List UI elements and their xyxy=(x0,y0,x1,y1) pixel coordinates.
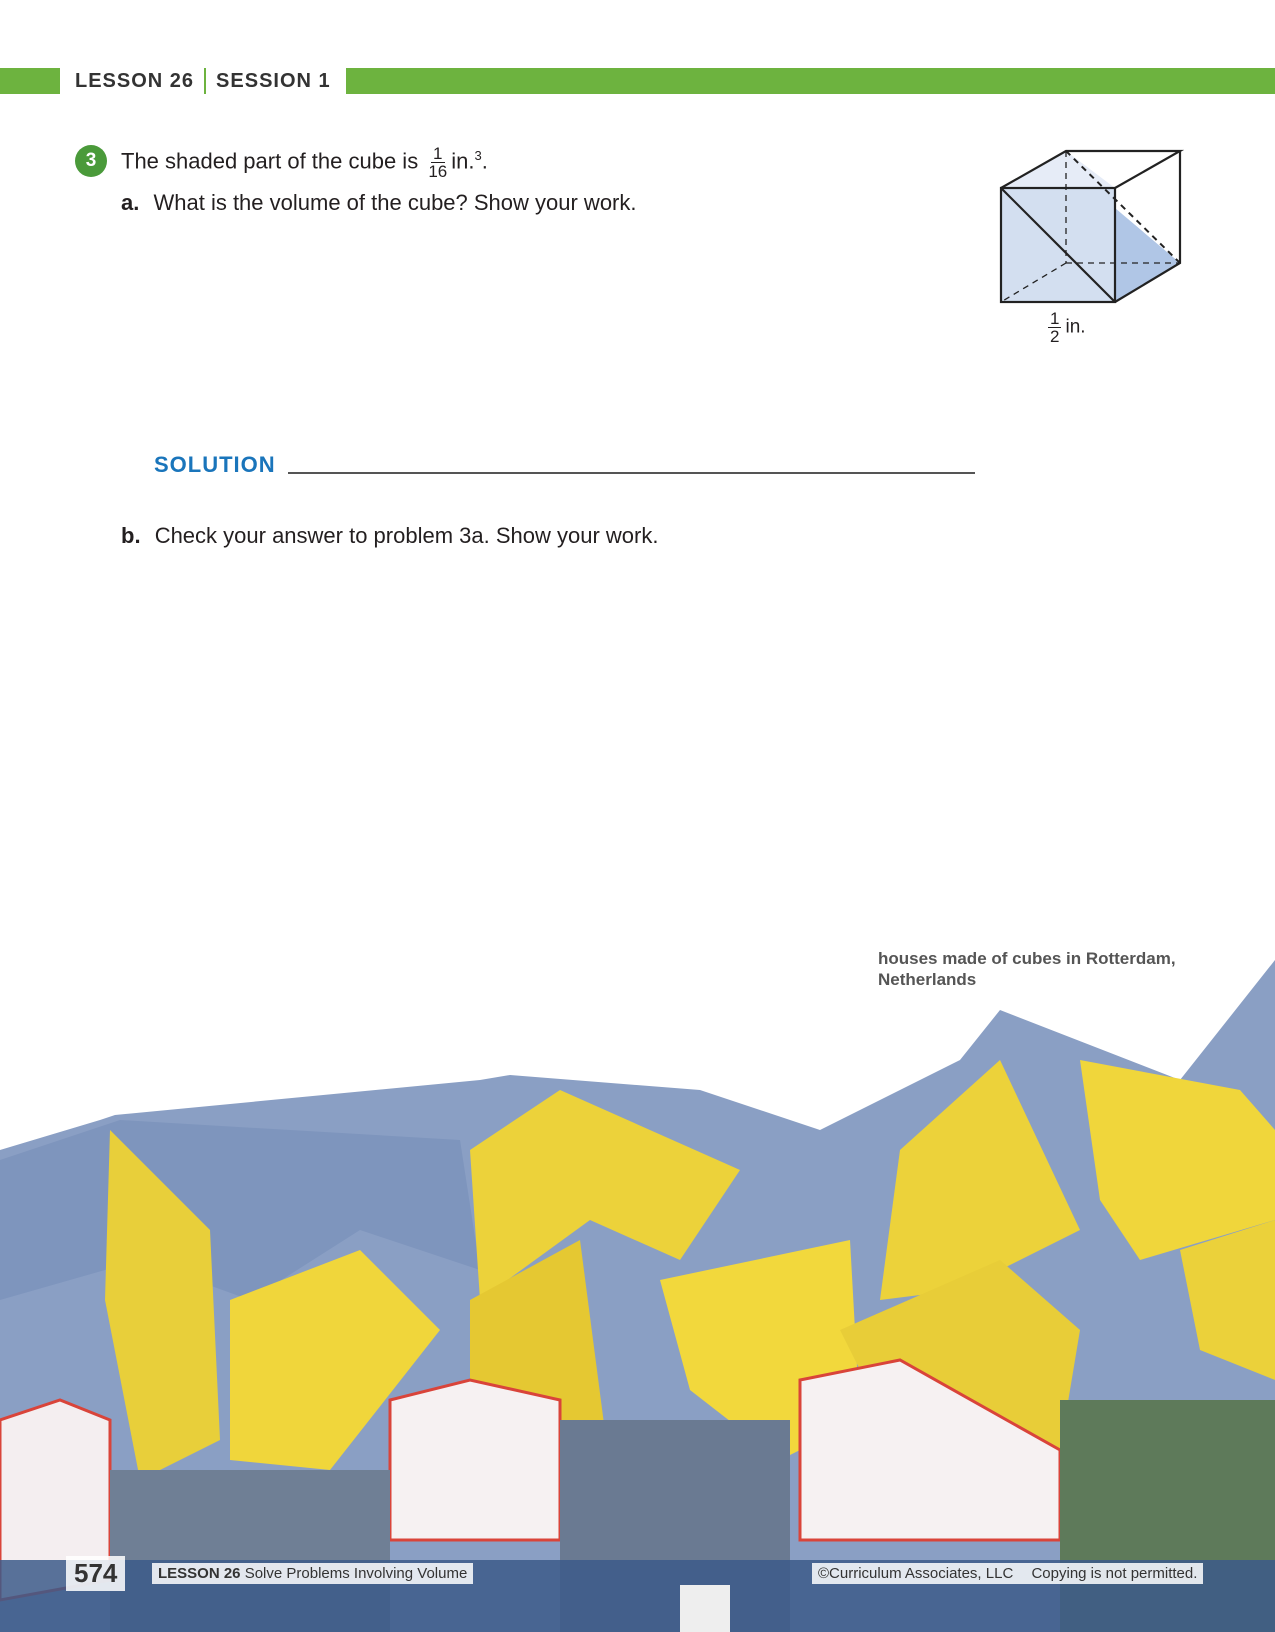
stem-fraction: 1 16 xyxy=(428,145,447,180)
copy-notice: Copying is not permitted. xyxy=(1031,1565,1198,1582)
problem-number: 3 xyxy=(75,145,107,177)
lesson-session-header: LESSON 26 SESSION 1 xyxy=(60,68,346,94)
session-label: SESSION 1 xyxy=(216,69,331,92)
copyright-text: ©Curriculum Associates, LLC xyxy=(818,1565,1014,1582)
solution-label: SOLUTION xyxy=(154,452,276,477)
photo-caption: houses made of cubes in Rotterdam, Nethe… xyxy=(878,949,1176,989)
edge-unit: in. xyxy=(1065,316,1086,338)
footer-lesson-title: Solve Problems Involving Volume xyxy=(244,1565,468,1582)
denominator: 16 xyxy=(428,162,448,181)
solution-answer-line[interactable] xyxy=(288,472,975,474)
unit: in. xyxy=(451,148,475,174)
numerator: 1 xyxy=(1048,309,1062,328)
edge-label: 1 2 in. xyxy=(1044,310,1086,345)
footer-copyright: ©Curriculum Associates, LLC Copying is n… xyxy=(812,1563,1204,1584)
page-number: 574 xyxy=(66,1556,126,1591)
cube-figure xyxy=(999,149,1185,304)
part-a: a. What is the volume of the cube? Show … xyxy=(121,190,637,216)
denominator: 2 xyxy=(1050,327,1060,346)
exponent: 3 xyxy=(474,147,482,163)
part-a-label: a. xyxy=(121,190,140,215)
edge-fraction: 12 xyxy=(1048,309,1062,346)
part-b-text: Check your answer to problem 3a. Show yo… xyxy=(154,523,659,548)
numerator: 1 xyxy=(431,144,445,163)
problem-stem: The shaded part of the cube is 1 16 in.3. xyxy=(121,145,488,180)
period: . xyxy=(481,148,488,174)
shaded-side xyxy=(1115,208,1180,302)
footer-lesson: LESSON 26 Solve Problems Involving Volum… xyxy=(152,1563,474,1584)
part-b: b. Check your answer to problem 3a. Show… xyxy=(121,523,658,549)
header-band-left xyxy=(0,68,60,94)
page: LESSON 26 SESSION 1 3 The shaded part of… xyxy=(0,0,1275,1632)
header-band-right xyxy=(330,68,1275,94)
cube-houses-photo xyxy=(0,960,1275,1632)
part-b-label: b. xyxy=(121,523,141,548)
part-a-text: What is the volume of the cube? Show you… xyxy=(153,190,637,215)
lesson-label: LESSON 26 xyxy=(75,69,195,92)
divider xyxy=(204,68,207,94)
stem-text: The shaded part of the cube is xyxy=(121,148,419,174)
footer-lesson-label: LESSON 26 xyxy=(158,1565,241,1582)
